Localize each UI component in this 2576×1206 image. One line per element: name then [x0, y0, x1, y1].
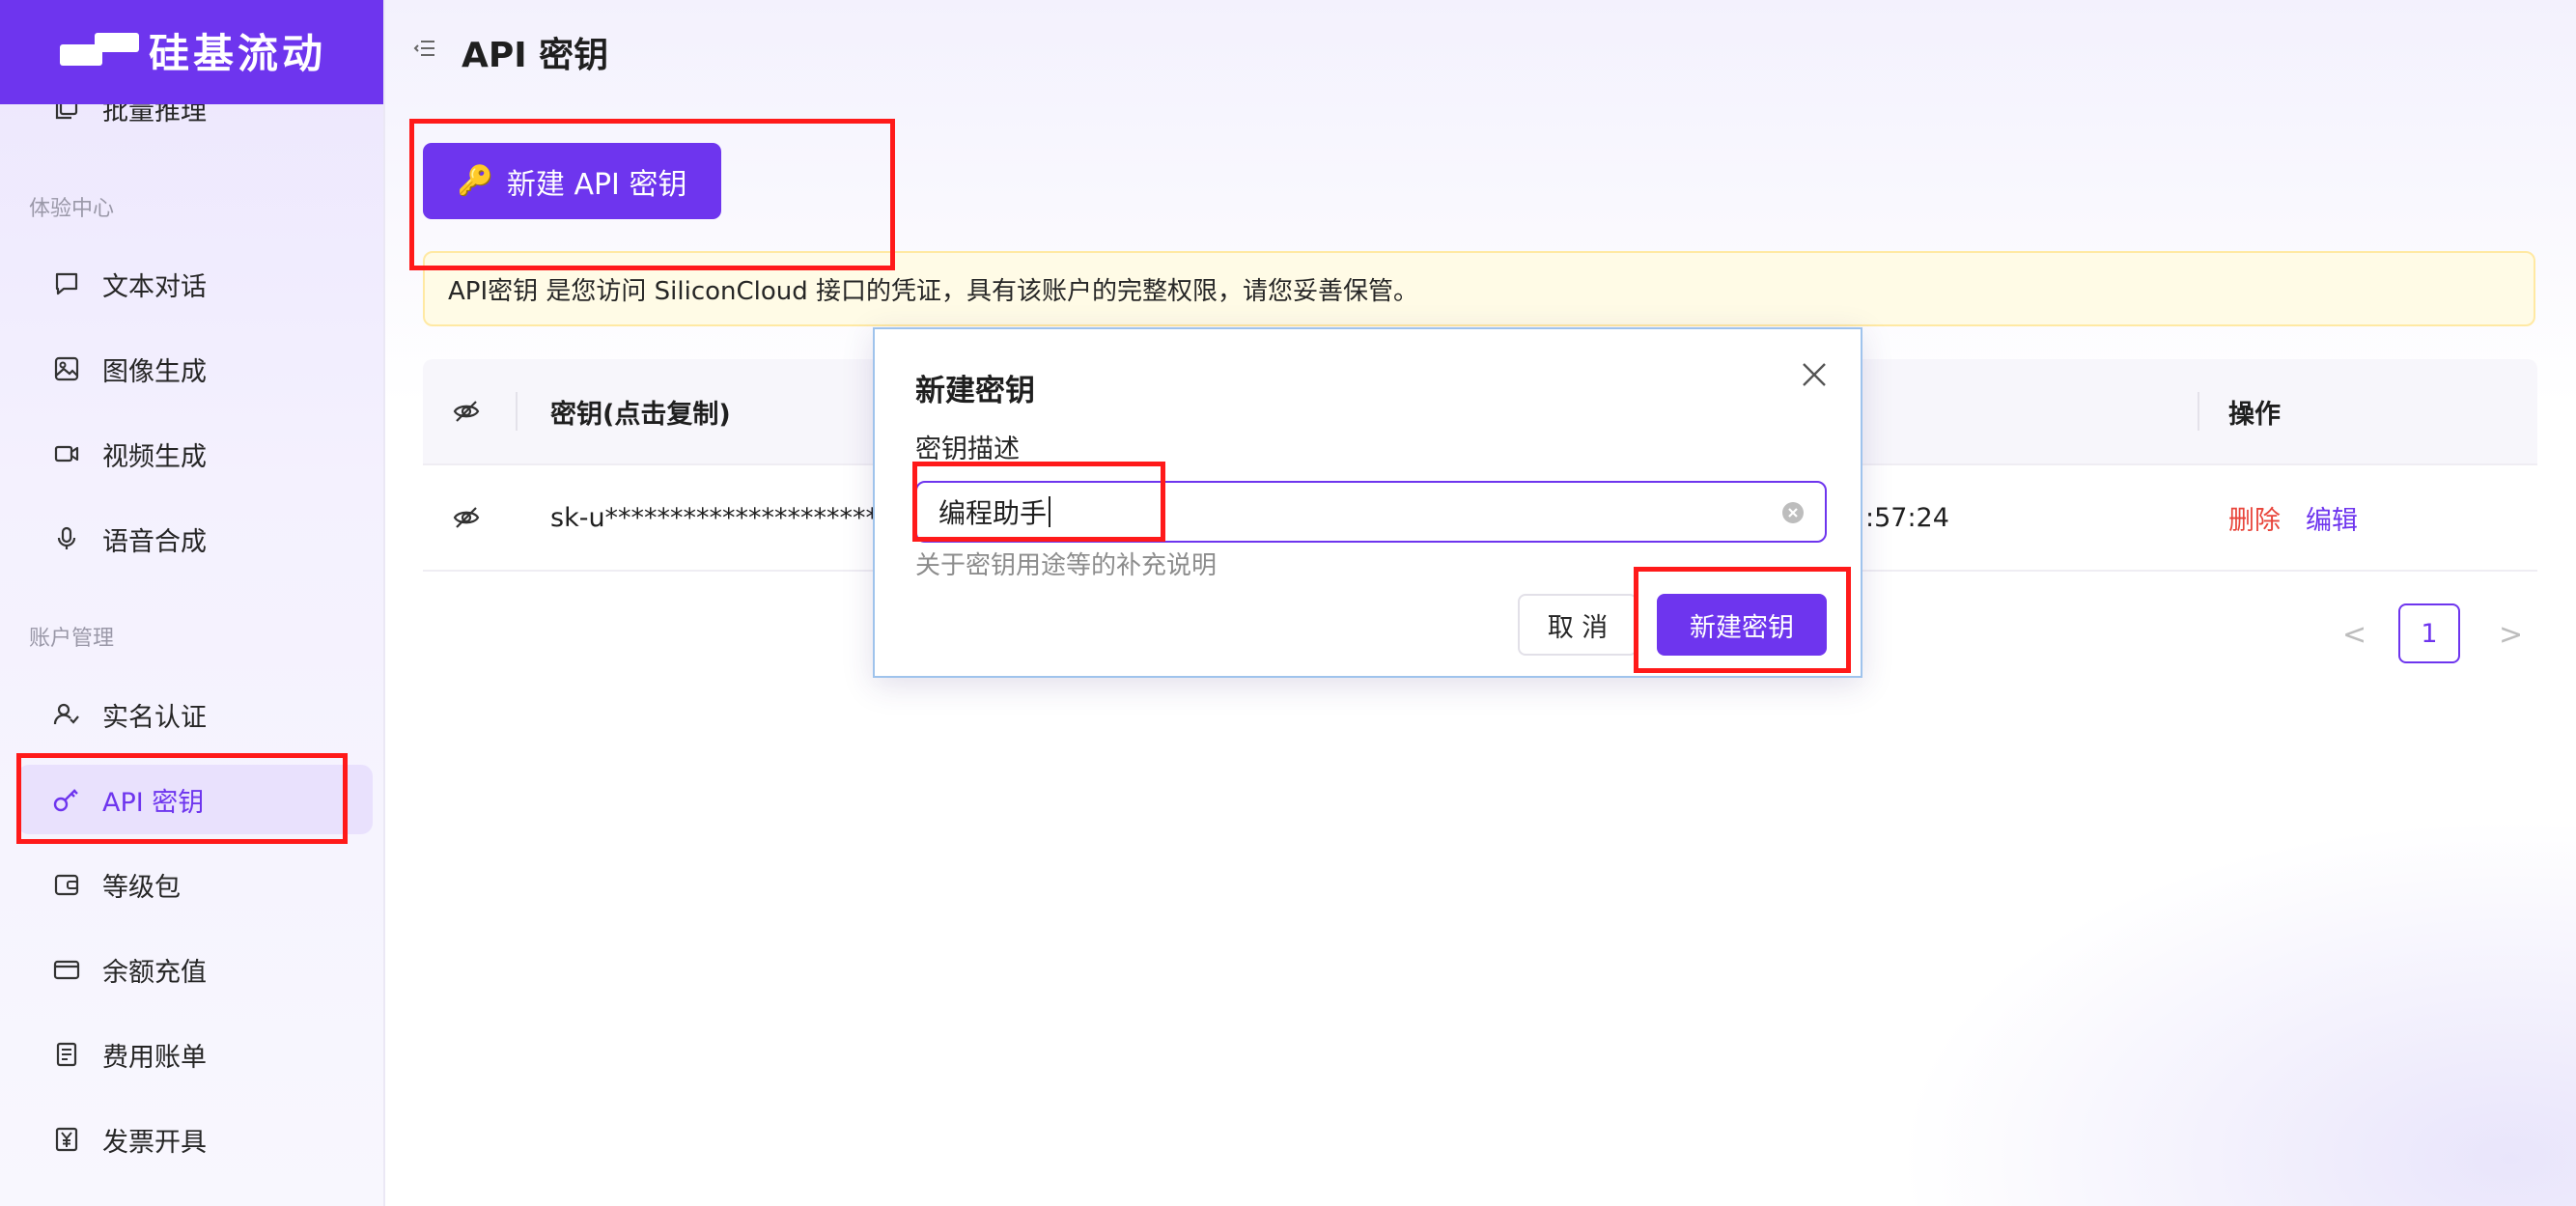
close-icon[interactable]	[1800, 360, 1829, 389]
toggle-visibility-icon[interactable]	[452, 465, 481, 570]
column-header-key: 密钥(点击复制)	[550, 399, 731, 430]
microphone-icon	[52, 524, 81, 553]
sidebar-item-api-keys[interactable]: API 密钥	[17, 765, 373, 834]
bill-icon	[52, 1040, 81, 1069]
sidebar-item-image-generation[interactable]: 图像生成	[17, 334, 373, 404]
new-api-key-label: 新建 API 密钥	[506, 167, 687, 202]
toggle-visibility-all-icon[interactable]	[452, 359, 481, 463]
sidebar-item-invoice[interactable]: 发票开具	[17, 1105, 373, 1174]
credit-card-icon	[52, 955, 81, 984]
image-icon	[52, 354, 81, 383]
sidebar-item-label: API 密钥	[102, 787, 205, 818]
sidebar-item-label: 语音合成	[102, 526, 207, 557]
page-title: API 密钥	[462, 36, 609, 75]
yen-icon	[52, 1125, 81, 1154]
sidebar-item-label: 图像生成	[102, 356, 207, 387]
dialog-title: 新建密钥	[915, 374, 1035, 408]
sidebar-item-video-generation[interactable]: 视频生成	[17, 419, 373, 489]
key-icon	[52, 785, 81, 814]
sidebar-item-billing[interactable]: 费用账单	[17, 1020, 373, 1089]
create-key-button[interactable]: 新建密钥	[1657, 594, 1827, 656]
video-icon	[52, 439, 81, 468]
key-emoji-icon: 🔑	[457, 164, 493, 198]
sidebar-item-text-chat[interactable]: 文本对话	[17, 249, 373, 319]
sidebar-item-label: 余额充值	[102, 957, 207, 988]
sidebar-item-real-name[interactable]: 实名认证	[17, 680, 373, 749]
wallet-icon	[52, 870, 81, 899]
created-time: :57:24	[1865, 502, 1949, 533]
text-caret	[1049, 496, 1051, 527]
cancel-button[interactable]: 取 消	[1518, 594, 1638, 656]
user-check-icon	[52, 700, 81, 729]
group-label-experience: 体验中心	[29, 197, 115, 221]
new-api-key-button[interactable]: 🔑 新建 API 密钥	[423, 143, 721, 219]
brand-name: 硅基流动	[149, 30, 327, 77]
key-description-value: 编程助手	[938, 497, 1048, 529]
delete-key-link[interactable]: 删除	[2228, 499, 2281, 537]
new-key-dialog: 新建密钥 密钥描述 编程助手 关于密钥用途等的补充说明 取 消 新建密钥	[873, 327, 1862, 678]
sidebar-item-label: 视频生成	[102, 441, 207, 472]
sidebar-item-label: 等级包	[102, 872, 181, 903]
sidebar-item-level-pack[interactable]: 等级包	[17, 850, 373, 919]
key-description-label: 密钥描述	[915, 435, 1020, 464]
pagination-page-1[interactable]: 1	[2398, 603, 2460, 663]
collapse-sidebar-icon[interactable]	[413, 37, 436, 60]
sidebar-item-label: 实名认证	[102, 702, 207, 733]
sidebar-item-label: 费用账单	[102, 1042, 207, 1073]
column-separator	[2198, 392, 2199, 431]
group-label-account: 账户管理	[29, 627, 115, 651]
sidebar-item-label: 文本对话	[102, 271, 207, 302]
key-description-help: 关于密钥用途等的补充说明	[915, 551, 1218, 580]
sidebar-item-speech-synthesis[interactable]: 语音合成	[17, 504, 373, 574]
clear-input-icon[interactable]	[1780, 500, 1806, 525]
brand-header: 硅基流动	[0, 0, 383, 104]
brand-logo-icon	[60, 33, 139, 68]
notice-banner: API密钥 是您访问 SiliconCloud 接口的凭证，具有该账户的完整权限…	[423, 251, 2535, 326]
column-separator	[516, 392, 518, 431]
edit-key-link[interactable]: 编辑	[2306, 499, 2358, 537]
sidebar-item-label: 发票开具	[102, 1127, 207, 1158]
sidebar-item-recharge[interactable]: 余额充值	[17, 935, 373, 1004]
pagination-prev[interactable]: <	[2342, 618, 2366, 652]
pagination-next[interactable]: >	[2499, 618, 2523, 652]
key-description-input[interactable]: 编程助手	[915, 481, 1827, 543]
column-header-actions: 操作	[2228, 399, 2281, 430]
sidebar: 批量推理 体验中心 文本对话 图像生成 视频生成 语音合成 账户管理 实名认证	[0, 0, 385, 1206]
notice-text: API密钥 是您访问 SiliconCloud 接口的凭证，具有该账户的完整权限…	[448, 276, 1419, 306]
chat-icon	[52, 269, 81, 298]
